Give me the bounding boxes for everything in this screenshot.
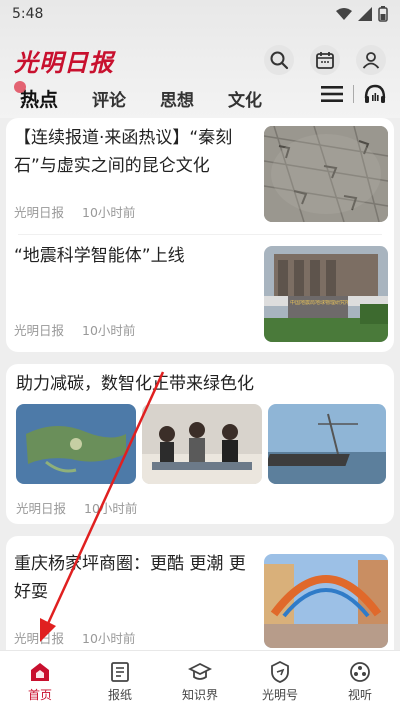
article-title[interactable]: 助力减碳，数智化正带来绿色化 <box>16 370 386 398</box>
tab-comment[interactable]: 评论 <box>92 86 126 111</box>
news-card-3: 重庆杨家坪商圈：更酷 更潮 更好耍 光明日报 10小时前 <box>6 536 394 650</box>
article-title[interactable]: 【连续报道·来函热议】“秦刻石”与虚实之间的昆仑文化 <box>14 124 249 180</box>
tab-culture[interactable]: 文化 <box>228 86 262 111</box>
bottom-navigation: 首页 报纸 知识界 光明号 视听 <box>0 650 400 711</box>
signal-icon <box>358 7 372 21</box>
article-image-2[interactable] <box>142 404 262 484</box>
search-icon <box>270 51 289 70</box>
category-tabs: 热点 评论 思想 文化 <box>0 80 400 116</box>
article-thumbnail[interactable] <box>264 554 388 648</box>
bottom-nav-guangming-hao[interactable]: 光明号 <box>240 651 320 711</box>
status-bar: 5:48 <box>0 0 400 28</box>
article-thumbnail[interactable] <box>264 126 388 222</box>
article-thumbnail[interactable]: 中国地震局地球物理研究所 <box>264 246 388 342</box>
calendar-button[interactable] <box>310 45 340 75</box>
shield-icon <box>271 660 289 683</box>
bottom-nav-label: 首页 <box>27 687 52 702</box>
article-meta: 光明日报 10小时前 <box>14 320 149 339</box>
article-time: 10小时前 <box>82 631 136 646</box>
nav-separator <box>353 85 354 103</box>
bottom-nav-video[interactable]: 视听 <box>320 651 400 711</box>
home-icon <box>31 662 49 681</box>
newspaper-icon <box>111 661 129 682</box>
nav-actions <box>321 84 386 104</box>
bottom-nav-label: 报纸 <box>107 687 132 702</box>
bottom-nav-knowledge[interactable]: 知识界 <box>160 651 240 711</box>
article-source: 光明日报 <box>16 501 67 516</box>
video-icon <box>350 661 370 682</box>
article-source: 光明日报 <box>14 323 65 338</box>
headphones-icon[interactable] <box>364 84 386 104</box>
bottom-nav-label: 光明号 <box>261 687 298 702</box>
article-source: 光明日报 <box>14 205 65 220</box>
article-time: 10小时前 <box>84 501 138 516</box>
article-image-3[interactable] <box>268 404 386 484</box>
tab-thought[interactable]: 思想 <box>160 86 194 111</box>
status-icons <box>336 6 388 22</box>
bottom-nav-label: 视听 <box>347 687 372 702</box>
profile-button[interactable] <box>356 45 386 75</box>
tab-label: 热点 <box>20 88 59 111</box>
menu-icon[interactable] <box>321 85 343 103</box>
article-title[interactable]: 重庆杨家坪商圈：更酷 更潮 更好耍 <box>14 550 259 606</box>
article-source: 光明日报 <box>14 631 65 646</box>
news-card-2: 助力减碳，数智化正带来绿色化 光明日报 10小时前 <box>6 364 394 524</box>
graduation-cap-icon <box>188 662 212 680</box>
article-meta: 光明日报 10小时前 <box>14 628 149 647</box>
status-time: 5:48 <box>12 6 44 22</box>
search-button[interactable] <box>264 45 294 75</box>
article-time: 10小时前 <box>82 323 136 338</box>
tap-indicator <box>14 80 26 93</box>
image-caption: 中国地震局地球物理研究所 <box>290 300 348 306</box>
tab-hot[interactable]: 热点 <box>14 80 59 112</box>
app-header: 光明日报 <box>0 38 400 82</box>
battery-icon <box>378 6 388 22</box>
bottom-nav-label: 知识界 <box>181 687 218 702</box>
article-image-1[interactable] <box>16 404 136 484</box>
calendar-icon <box>316 52 334 69</box>
news-card-1: 【连续报道·来函热议】“秦刻石”与虚实之间的昆仑文化 光明日报 10小时前 “地… <box>6 118 394 352</box>
app-logo[interactable]: 光明日报 <box>14 43 114 78</box>
article-meta: 光明日报 10小时前 <box>14 202 149 221</box>
bottom-nav-home[interactable]: 首页 <box>0 651 80 711</box>
article-title[interactable]: “地震科学智能体”上线 <box>14 242 249 270</box>
wifi-icon <box>336 8 352 20</box>
article-meta: 光明日报 10小时前 <box>16 498 151 517</box>
header-actions <box>264 45 386 75</box>
article-time: 10小时前 <box>82 205 136 220</box>
user-icon <box>362 52 380 69</box>
card-divider <box>18 234 382 235</box>
bottom-nav-newspaper[interactable]: 报纸 <box>80 651 160 711</box>
